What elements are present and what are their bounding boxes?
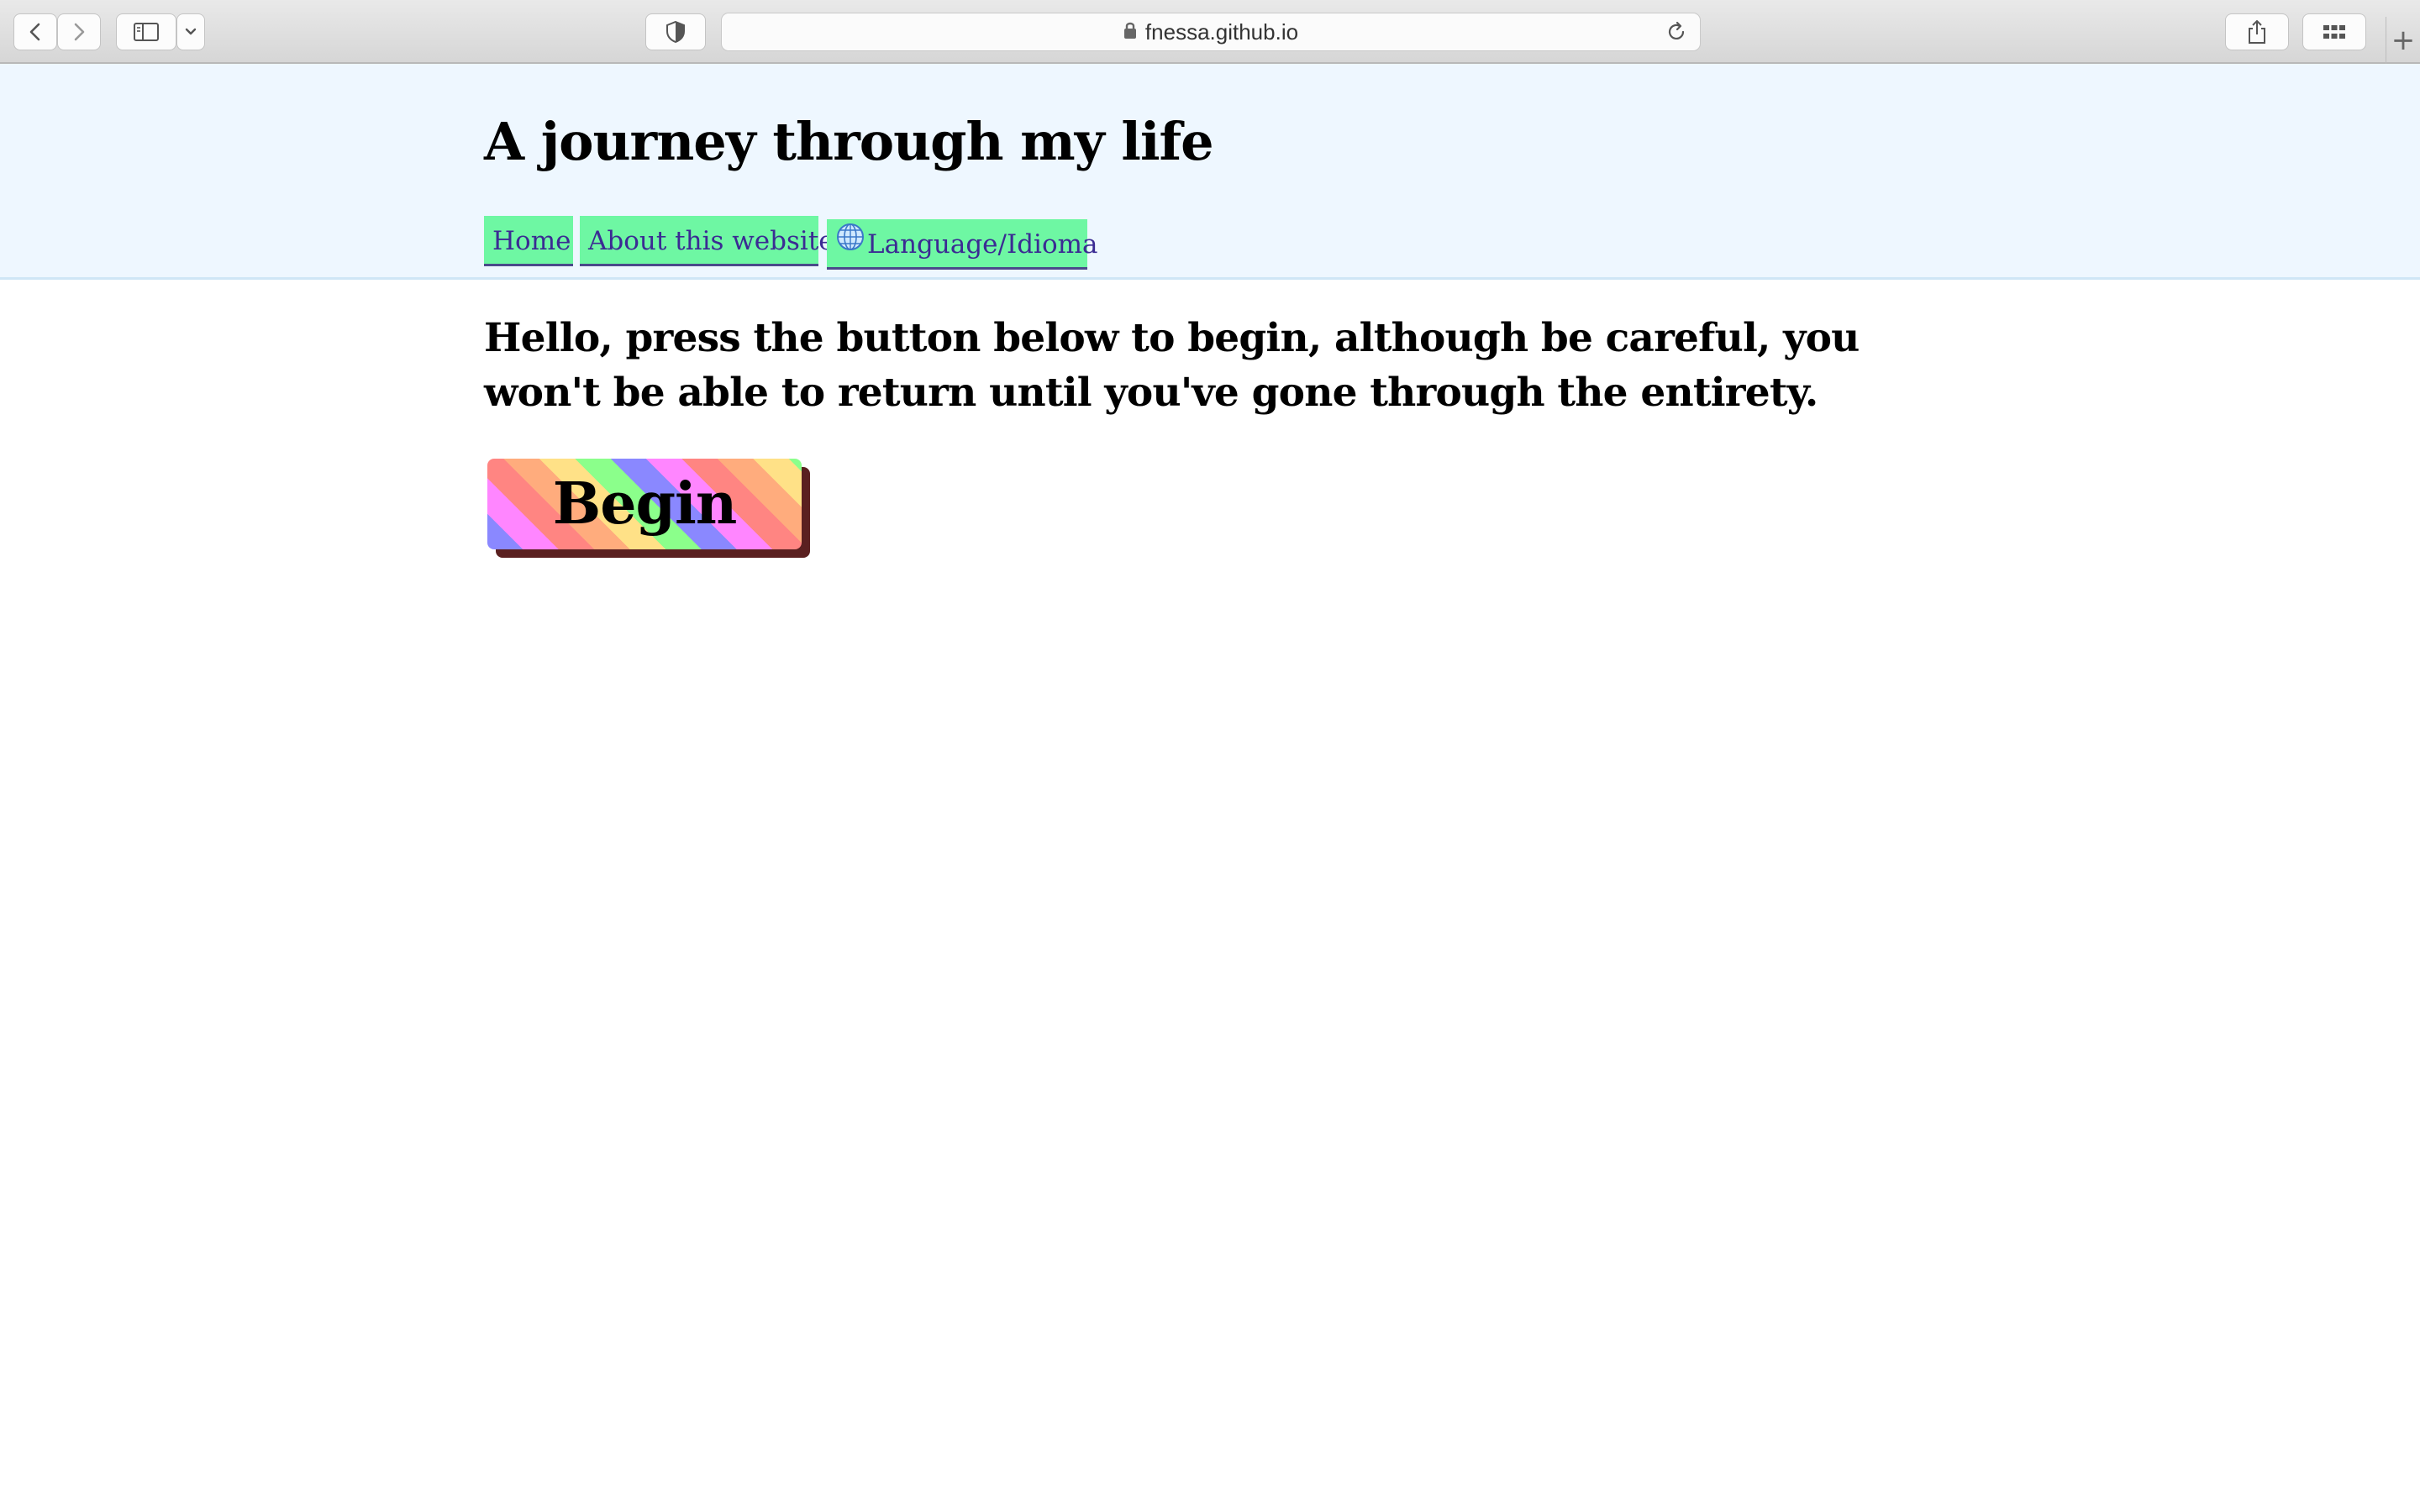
forward-button[interactable]: [57, 13, 101, 50]
sidebar-menu-button[interactable]: [176, 13, 205, 50]
site-title: A journey through my life: [484, 111, 1214, 172]
begin-button[interactable]: Begin: [487, 459, 802, 549]
shield-icon: [666, 20, 686, 44]
intro-text: Hello, press the button below to begin, …: [484, 315, 1860, 416]
sidebar-button[interactable]: [116, 13, 176, 50]
plus-icon: +: [2391, 24, 2416, 57]
nav-link-language[interactable]: Language/Idioma: [827, 218, 1098, 270]
share-icon: [2247, 19, 2267, 45]
chevron-down-icon: [184, 27, 197, 37]
tab-overview-button[interactable]: [2302, 13, 2366, 50]
privacy-report-button[interactable]: [645, 13, 706, 50]
browser-toolbar: fnessa.github.io +: [0, 0, 2420, 64]
grid-icon: [2323, 24, 2346, 40]
begin-button-wrapper: Begin: [487, 459, 810, 558]
url-text: fnessa.github.io: [1144, 18, 1299, 45]
nav-link-label: Language/Idioma: [867, 229, 1098, 260]
nav-link-label: Home: [492, 226, 571, 256]
lock-icon: [1123, 19, 1137, 45]
main-content: Hello, press the button below to begin, …: [484, 311, 1929, 558]
chevron-right-icon: [71, 22, 87, 42]
nav-link-about[interactable]: About this website: [580, 216, 834, 266]
back-button[interactable]: [13, 13, 57, 50]
chevron-left-icon: [27, 22, 44, 42]
address-bar[interactable]: fnessa.github.io: [721, 13, 1701, 51]
new-tab-button[interactable]: +: [2386, 17, 2420, 64]
sidebar-icon: [133, 22, 160, 42]
nav-link-label: About this website: [588, 226, 834, 256]
share-button[interactable]: [2225, 13, 2289, 50]
site-header: A journey through my life Home About thi…: [0, 64, 2420, 280]
globe-icon: [835, 218, 865, 269]
nav-link-home[interactable]: Home: [484, 216, 573, 266]
reload-icon[interactable]: [1665, 20, 1688, 44]
